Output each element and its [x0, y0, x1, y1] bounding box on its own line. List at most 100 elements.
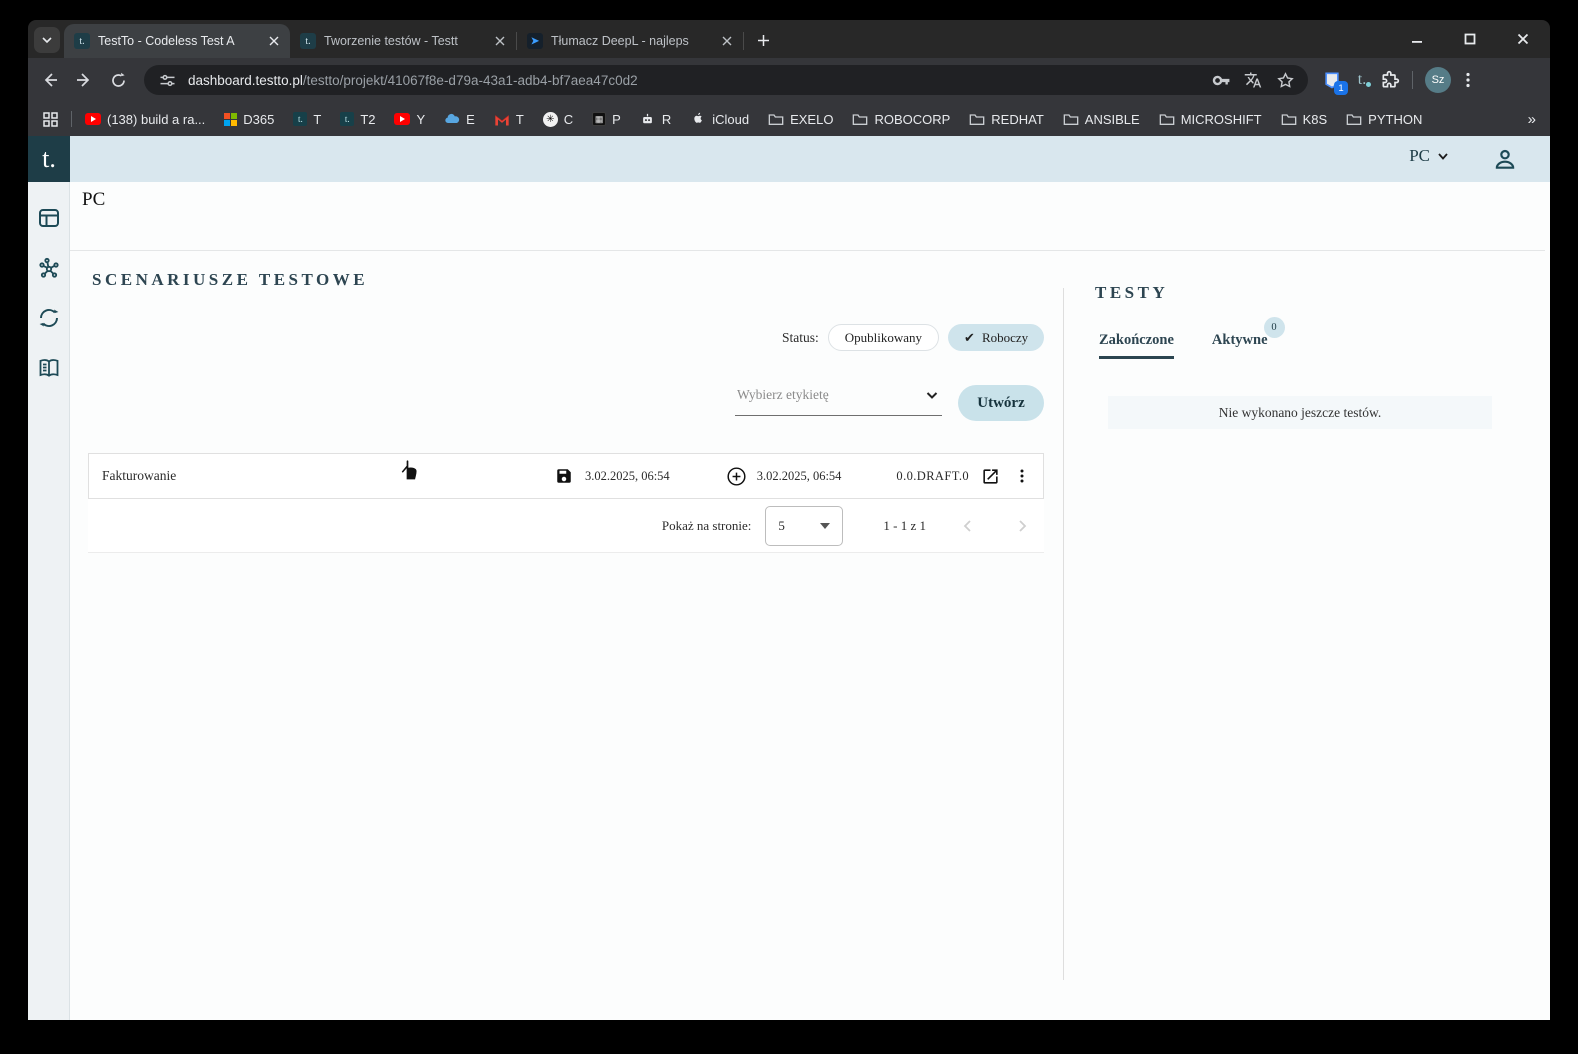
- url-path: /testto/projekt/41067f8e-d79a-43a1-adb4-…: [302, 72, 638, 88]
- minimize-button[interactable]: [1404, 26, 1430, 52]
- app-logo[interactable]: t.: [28, 136, 70, 182]
- tab-separator: [743, 32, 744, 50]
- browser-menu-icon[interactable]: [1459, 71, 1477, 89]
- toolbar-extensions: 1 t. Sz: [1320, 67, 1477, 95]
- folder-icon: [969, 111, 985, 127]
- panel-divider: [1063, 288, 1064, 980]
- bookmark-folder-ansible[interactable]: ANSIBLE: [1063, 111, 1140, 127]
- toolbar-separator: [1412, 71, 1413, 89]
- page-content: t. PC PC SCENARIUSZE TESTOWE Status: Opu…: [28, 136, 1550, 1020]
- tab-zakonczone[interactable]: Zakończone: [1099, 332, 1174, 359]
- dropdown-arrow-icon: [820, 522, 831, 529]
- translate-icon[interactable]: [1242, 69, 1264, 91]
- cloud-icon: [444, 111, 460, 127]
- bookmark-icloud[interactable]: iCloud: [690, 111, 749, 127]
- site-settings-icon[interactable]: [156, 69, 178, 91]
- bookmark-chatgpt[interactable]: ✳ C: [542, 111, 573, 127]
- maximize-button[interactable]: [1457, 26, 1483, 52]
- tab-close-icon[interactable]: [719, 33, 735, 49]
- gmail-icon: [494, 111, 510, 127]
- status-label: Status:: [782, 329, 819, 345]
- bookmark-folder-python[interactable]: PYTHON: [1346, 111, 1422, 127]
- tests-count-badge: 0: [1263, 317, 1285, 338]
- testto-extension-icon[interactable]: t.: [1352, 70, 1372, 90]
- folder-icon: [768, 111, 784, 127]
- password-key-icon[interactable]: [1210, 69, 1232, 91]
- label-select-placeholder: Wybierz etykietę: [737, 387, 829, 402]
- scenario-name[interactable]: Fakturowanie: [102, 468, 555, 484]
- open-in-new-icon[interactable]: [981, 467, 1000, 486]
- bookmark-folder-microshift[interactable]: MICROSHIFT: [1159, 111, 1262, 127]
- sidebar-docs-icon[interactable]: [37, 356, 61, 380]
- sidebar-dashboard-icon[interactable]: [37, 206, 61, 230]
- pagination-range: 1 - 1 z 1: [883, 517, 926, 533]
- browser-tab-testto[interactable]: t. TestTo - Codeless Test A: [64, 24, 290, 58]
- label-filter-row: Wybierz etykietę Utwórz: [735, 385, 1044, 421]
- tests-tabs: Zakończone Aktywne 0: [1099, 317, 1285, 359]
- scenario-version: 0.0.DRAFT.0: [896, 468, 969, 483]
- tab-close-icon[interactable]: [492, 33, 508, 49]
- extension-badged-icon[interactable]: 1: [1320, 68, 1348, 95]
- bookmark-folder-k8s[interactable]: K8S: [1281, 111, 1327, 127]
- extensions-puzzle-icon[interactable]: [1380, 70, 1400, 90]
- project-selector[interactable]: PC: [1409, 146, 1450, 166]
- save-icon: [555, 467, 573, 485]
- create-button[interactable]: Utwórz: [958, 385, 1044, 421]
- label-select[interactable]: Wybierz etykietę: [735, 385, 942, 416]
- tab-close-icon[interactable]: [266, 33, 282, 49]
- reload-button[interactable]: [102, 64, 134, 96]
- bookmark-youtube-video[interactable]: (138) build a ra...: [85, 112, 205, 127]
- browser-tab-tworzenie[interactable]: t. Tworzenie testów - Testt: [290, 24, 516, 58]
- per-page-label: Pokaż na stronie:: [661, 517, 752, 533]
- filter-chip-roboczy[interactable]: ✔ Roboczy: [948, 324, 1045, 351]
- row-menu-icon[interactable]: [1014, 468, 1030, 484]
- bookmark-youtube[interactable]: Y: [394, 112, 425, 127]
- tab-aktywne[interactable]: Aktywne 0: [1212, 317, 1285, 359]
- bookmark-testto-t2[interactable]: t. T2: [340, 112, 375, 127]
- browser-toolbar: dashboard.testto.pl/testto/projekt/41067…: [28, 58, 1550, 102]
- robot-icon: [640, 111, 656, 127]
- bookmark-p[interactable]: ▦ P: [592, 112, 621, 127]
- per-page-select[interactable]: 5: [765, 505, 844, 546]
- dark-app-icon: ▦: [592, 112, 607, 126]
- user-account-icon[interactable]: [1492, 146, 1518, 172]
- bookmark-d365[interactable]: D365: [224, 112, 274, 127]
- bookmark-gmail[interactable]: T: [494, 111, 524, 127]
- bookmark-cloud[interactable]: E: [444, 111, 475, 127]
- bookmark-testto-t[interactable]: t. T: [293, 112, 321, 127]
- chevron-down-icon: [924, 387, 940, 403]
- app-header-bar: [70, 136, 1550, 182]
- profile-avatar[interactable]: Sz: [1425, 67, 1451, 93]
- sidebar-network-icon[interactable]: [37, 256, 61, 280]
- filter-chip-opublikowany[interactable]: Opublikowany: [827, 324, 940, 351]
- apps-grid-icon[interactable]: [42, 111, 58, 127]
- close-button[interactable]: [1510, 26, 1536, 52]
- bookmark-star-icon[interactable]: [1274, 69, 1296, 91]
- scenario-row[interactable]: Fakturowanie 3.02.2025, 06:54 3.02.2025,…: [88, 453, 1044, 499]
- mouse-cursor: [398, 458, 420, 482]
- window-controls: [1404, 20, 1536, 58]
- tab-search-button[interactable]: [34, 27, 60, 53]
- previous-page-icon[interactable]: [956, 514, 980, 538]
- browser-tab-deepl[interactable]: ➤ Tłumacz DeepL - najleps: [517, 24, 743, 58]
- bookmark-robot[interactable]: R: [640, 111, 671, 127]
- folder-icon: [852, 111, 868, 127]
- bookmark-folder-exelo[interactable]: EXELO: [768, 111, 833, 127]
- bookmark-folder-robocorp[interactable]: ROBOCORP: [852, 111, 950, 127]
- forward-button[interactable]: [68, 64, 100, 96]
- bookmarks-overflow-icon[interactable]: »: [1528, 111, 1536, 128]
- testto-favicon: t.: [300, 33, 316, 49]
- microsoft-icon: [224, 112, 238, 126]
- new-tab-button[interactable]: [750, 27, 776, 53]
- address-bar[interactable]: dashboard.testto.pl/testto/projekt/41067…: [144, 65, 1308, 95]
- scenario-table: Fakturowanie 3.02.2025, 06:54 3.02.2025,…: [88, 453, 1044, 553]
- next-page-icon[interactable]: [1010, 514, 1034, 538]
- deepl-favicon: ➤: [527, 33, 543, 49]
- openai-icon: ✳: [542, 111, 558, 127]
- sidebar-sync-icon[interactable]: [37, 306, 61, 330]
- url-text: dashboard.testto.pl/testto/projekt/41067…: [188, 73, 1200, 88]
- back-button[interactable]: [34, 64, 66, 96]
- testto-icon: t.: [340, 112, 355, 126]
- bookmark-folder-redhat[interactable]: REDHAT: [969, 111, 1044, 127]
- saved-at: 3.02.2025, 06:54: [584, 468, 670, 483]
